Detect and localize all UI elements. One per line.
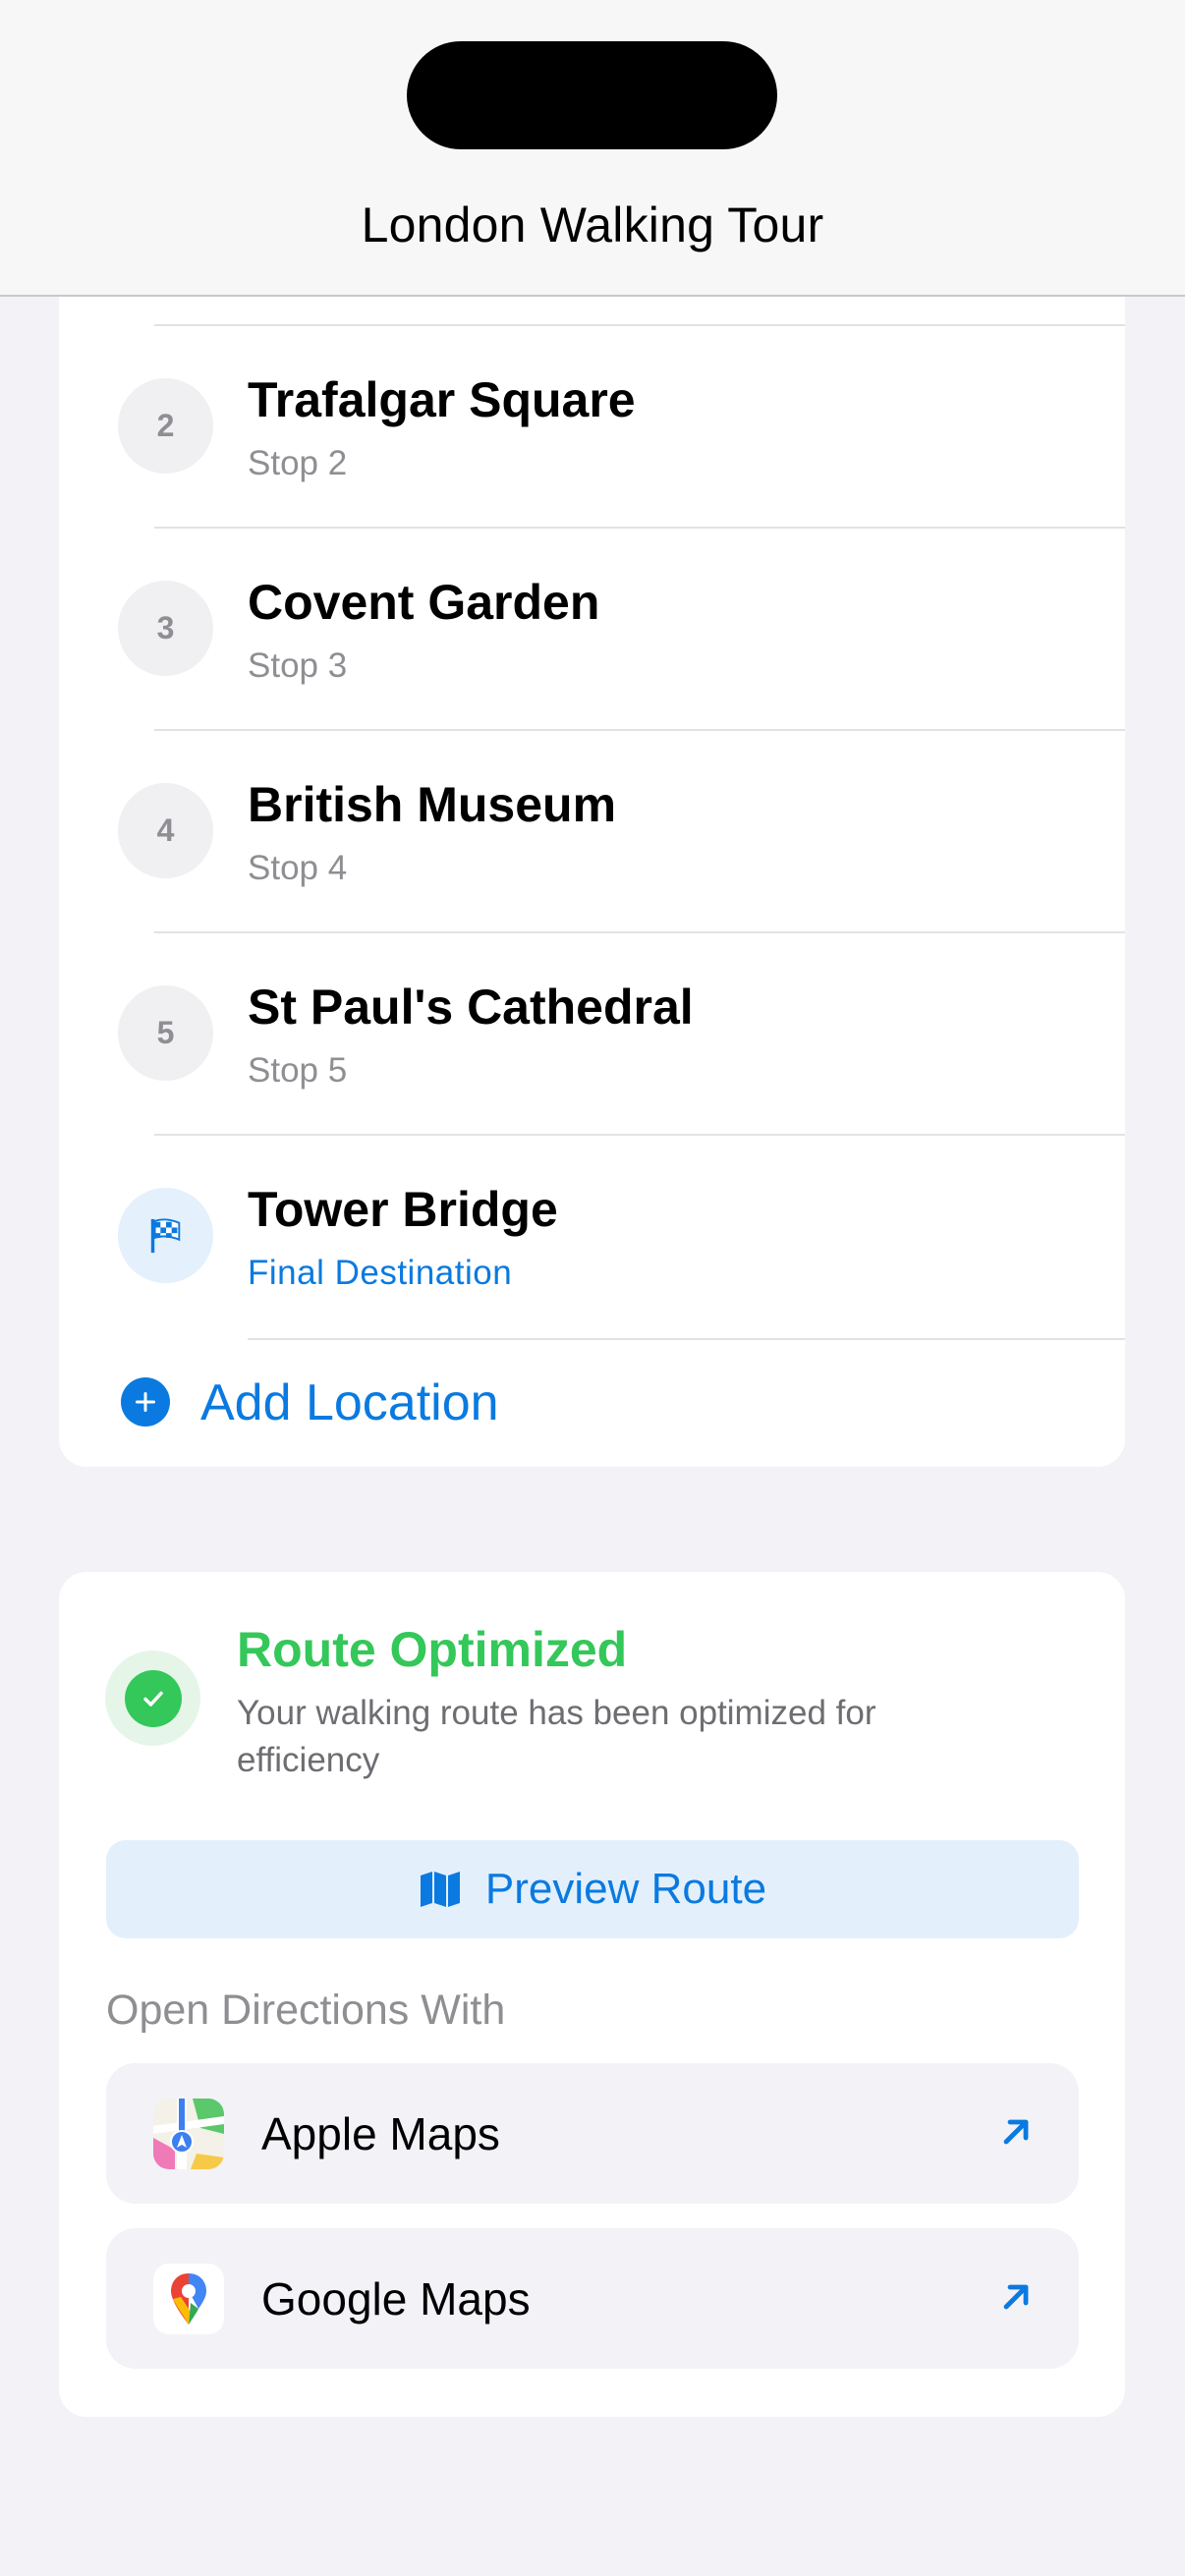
preview-route-label: Preview Route bbox=[484, 1865, 767, 1913]
stop-row[interactable]: 2 Trafalgar Square Stop 2 bbox=[59, 324, 1125, 527]
stop-name: Trafalgar Square bbox=[248, 372, 636, 427]
stops-list: 2 Trafalgar Square Stop 2 3 Covent Garde… bbox=[59, 246, 1125, 1467]
directions-section-label: Open Directions With bbox=[106, 1987, 506, 2034]
final-stop-row[interactable]: Tower Bridge Final Destination bbox=[59, 1134, 1125, 1336]
google-maps-button[interactable]: Google Maps bbox=[106, 2228, 1079, 2369]
stop-number-badge: 2 bbox=[118, 378, 213, 474]
stop-subtitle: Stop 4 bbox=[248, 849, 348, 887]
stop-number-badge: 4 bbox=[118, 783, 213, 878]
google-maps-icon bbox=[153, 2264, 224, 2334]
stop-number-badge: 3 bbox=[118, 581, 213, 676]
stop-row[interactable]: 5 St Paul's Cathedral Stop 5 bbox=[59, 931, 1125, 1134]
checkered-flag-icon bbox=[150, 1217, 180, 1253]
checkmark-icon bbox=[124, 1669, 182, 1727]
apple-maps-button[interactable]: Apple Maps bbox=[106, 2063, 1079, 2204]
add-location-button[interactable]: Add Location bbox=[59, 1338, 1125, 1436]
route-status-title: Route Optimized bbox=[237, 1622, 628, 1677]
divider bbox=[154, 1134, 1125, 1136]
nav-header: London Walking Tour bbox=[0, 0, 1185, 297]
route-status-indicator bbox=[105, 1651, 200, 1746]
external-arrow-icon bbox=[1003, 2284, 1029, 2310]
divider bbox=[248, 1338, 1125, 1340]
divider bbox=[154, 527, 1125, 529]
route-status-description: Your walking route has been optimized fo… bbox=[237, 1694, 876, 1779]
stop-subtitle: Stop 2 bbox=[248, 444, 348, 482]
google-maps-label: Google Maps bbox=[261, 2273, 531, 2324]
stop-subtitle: Stop 3 bbox=[248, 646, 348, 685]
stop-name: Covent Garden bbox=[248, 575, 600, 630]
apple-maps-label: Apple Maps bbox=[261, 2108, 500, 2159]
add-location-label: Add Location bbox=[200, 1374, 499, 1431]
stop-name: St Paul's Cathedral bbox=[248, 980, 694, 1035]
stop-subtitle: Stop 5 bbox=[248, 1051, 348, 1090]
preview-route-button[interactable]: Preview Route bbox=[106, 1840, 1079, 1938]
stop-subtitle: Final Destination bbox=[248, 1254, 513, 1292]
map-icon bbox=[420, 1872, 460, 1907]
plus-circle-icon bbox=[121, 1377, 170, 1427]
external-arrow-icon bbox=[1003, 2119, 1029, 2145]
dynamic-island bbox=[407, 41, 777, 149]
stop-row[interactable]: 3 Covent Garden Stop 3 bbox=[59, 527, 1125, 729]
divider bbox=[154, 729, 1125, 731]
route-card: Route Optimized Your walking route has b… bbox=[59, 1572, 1125, 2417]
final-destination-badge bbox=[118, 1188, 213, 1283]
apple-maps-icon bbox=[153, 2099, 224, 2169]
divider bbox=[154, 931, 1125, 933]
stop-name: British Museum bbox=[248, 777, 617, 832]
divider bbox=[154, 324, 1125, 326]
page-title: London Walking Tour bbox=[361, 197, 824, 252]
stop-row[interactable]: 4 British Museum Stop 4 bbox=[59, 729, 1125, 931]
stop-name: Tower Bridge bbox=[248, 1182, 558, 1237]
stop-number-badge: 5 bbox=[118, 985, 213, 1081]
